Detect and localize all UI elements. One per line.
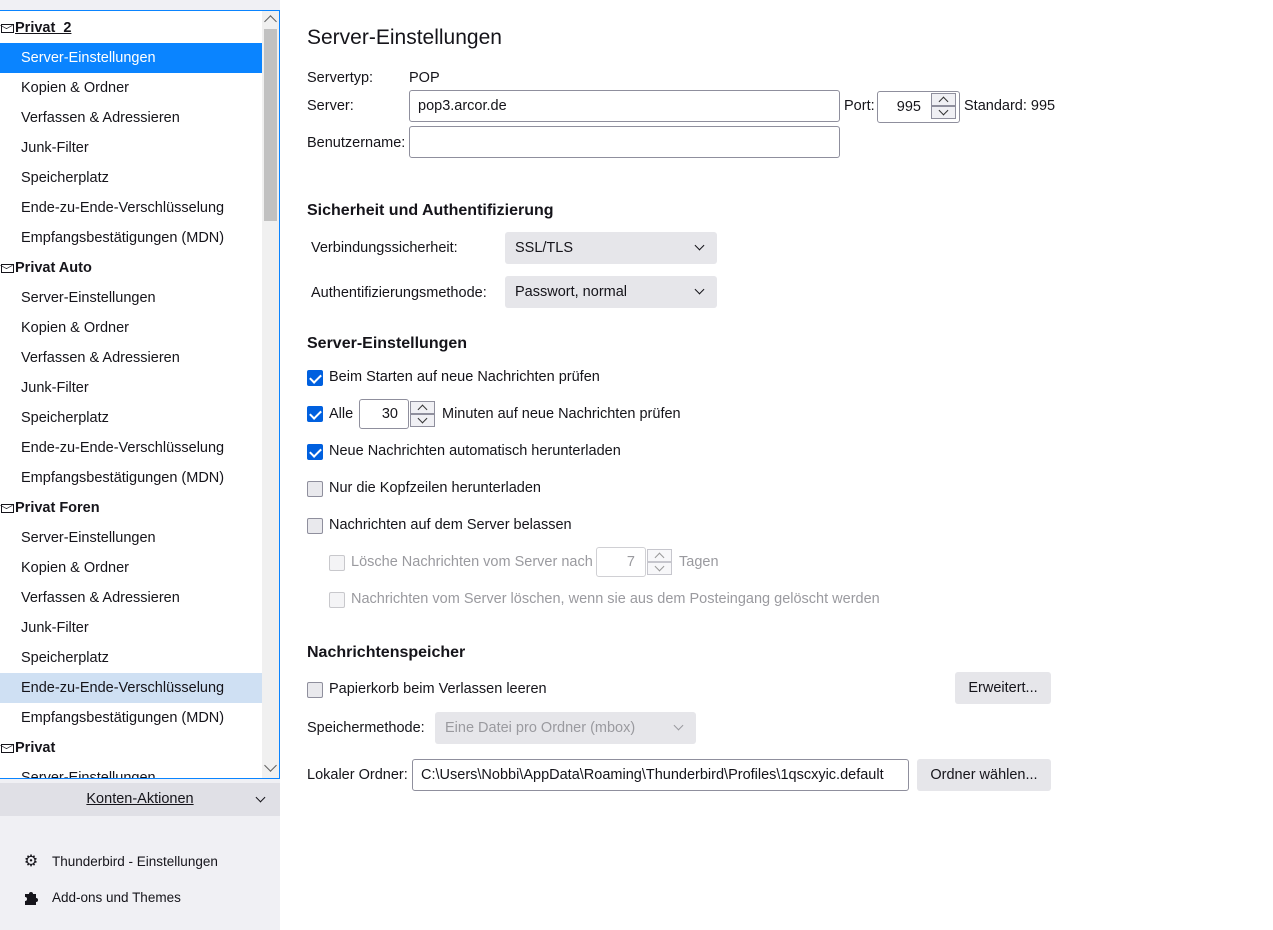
increment-icon[interactable] [931,93,956,106]
account-privat-2[interactable]: Privat_2 [0,13,262,43]
puzzle-icon [22,889,40,907]
auto-download-checkbox[interactable] [307,444,323,460]
privatforen-copies-folders[interactable]: Kopien & Ordner [0,553,262,583]
check-interval-input[interactable]: 30 [359,399,409,429]
privat2-copies-folders[interactable]: Kopien & Ordner [0,73,262,103]
server-input[interactable]: pop3.arcor.de [409,90,840,122]
auth-method-label: Authentifizierungsmethode: [311,285,487,301]
privat2-composition[interactable]: Verfassen & Adressieren [0,103,262,133]
privatforen-server-settings[interactable]: Server-Einstellungen [0,523,262,553]
server-type-value: POP [409,70,440,86]
auto-download-label: Neue Nachrichten automatisch herunterlad… [329,443,621,459]
server-type-label: Servertyp: [307,70,374,86]
decrement-icon[interactable] [647,562,672,575]
server-label: Server: [307,98,354,114]
decrement-icon[interactable] [410,414,435,427]
scroll-up-icon[interactable] [264,15,277,28]
auth-method-select[interactable]: Passwort, normal [505,276,717,308]
scroll-down-icon[interactable] [264,759,277,772]
scrollbar-thumb[interactable] [264,29,277,221]
gear-icon: ⚙ [23,853,39,870]
account-actions-button[interactable]: Konten-Aktionen [0,783,280,816]
check-every-checkbox[interactable] [307,406,323,422]
privatauto-e2e[interactable]: Ende-zu-Ende-Verschlüsselung [0,433,262,463]
decrement-icon[interactable] [931,106,956,119]
security-heading: Sicherheit und Authentifizierung [307,202,554,219]
increment-icon[interactable] [410,401,435,414]
page-title: Server-Einstellungen [307,26,502,49]
check-every-suffix: Minuten auf neue Nachrichten prüfen [442,406,681,422]
storage-heading: Nachrichtenspeicher [307,644,466,661]
privatforen-mdn[interactable]: Empfangsbestätigungen (MDN) [0,703,262,733]
account-privat-foren[interactable]: Privat Foren [0,493,262,523]
advanced-button[interactable]: Erweitert... [955,672,1051,704]
chevron-down-icon [673,720,684,731]
leave-on-server-label: Nachrichten auf dem Server belassen [329,517,572,533]
account-tree: Privat_2 Server-Einstellungen Kopien & O… [0,10,280,779]
privatauto-composition[interactable]: Verfassen & Adressieren [0,343,262,373]
account-privat-auto[interactable]: Privat Auto [0,253,262,283]
chevron-down-icon [694,240,705,251]
privat2-junk[interactable]: Junk-Filter [0,133,262,163]
privatforen-e2e[interactable]: Ende-zu-Ende-Verschlüsselung [0,673,262,703]
sidebar-scrollbar[interactable] [262,11,279,778]
privat2-server-settings[interactable]: Server-Einstellungen [0,43,262,73]
storage-method-label: Speichermethode: [307,720,425,736]
chevron-down-icon [255,792,266,803]
privatforen-junk[interactable]: Junk-Filter [0,613,262,643]
privatforen-composition[interactable]: Verfassen & Adressieren [0,583,262,613]
envelope-icon [1,24,14,33]
envelope-icon [1,744,14,753]
privat2-e2e[interactable]: Ende-zu-Ende-Verschlüsselung [0,193,262,223]
delete-after-prefix: Lösche Nachrichten vom Server nach [351,554,593,570]
storage-method-select[interactable]: Eine Datei pro Ordner (mbox) [435,712,696,744]
server-settings-heading: Server-Einstellungen [307,335,468,352]
chevron-down-icon [694,284,705,295]
account-privat[interactable]: Privat [0,733,262,763]
headers-only-label: Nur die Kopfzeilen herunterladen [329,480,541,496]
port-stepper[interactable] [931,92,956,120]
port-default-text: Standard: 995 [964,98,1056,114]
headers-only-checkbox[interactable] [307,481,323,497]
privatauto-disk-space[interactable]: Speicherplatz [0,403,262,433]
privatauto-mdn[interactable]: Empfangsbestätigungen (MDN) [0,463,262,493]
privat2-disk-space[interactable]: Speicherplatz [0,163,262,193]
privatauto-junk[interactable]: Junk-Filter [0,373,262,403]
check-on-start-label: Beim Starten auf neue Nachrichten prüfen [329,369,600,385]
check-interval-stepper[interactable] [410,400,435,428]
check-every-prefix: Alle [329,406,354,422]
username-label: Benutzername: [307,135,406,151]
privatauto-server-settings[interactable]: Server-Einstellungen [0,283,262,313]
privat-server-settings[interactable]: Server-Einstellungen [0,763,262,778]
delete-after-input[interactable]: 7 [596,547,646,577]
empty-trash-label: Papierkorb beim Verlassen leeren [329,681,547,697]
delete-after-stepper[interactable] [647,548,672,576]
username-input[interactable] [409,126,840,158]
check-on-start-checkbox[interactable] [307,370,323,386]
connection-security-label: Verbindungssicherheit: [311,240,458,256]
local-folder-input[interactable]: C:\Users\Nobbi\AppData\Roaming\Thunderbi… [412,759,909,791]
privatforen-disk-space[interactable]: Speicherplatz [0,643,262,673]
envelope-icon [1,504,14,513]
delete-when-deleted-label: Nachrichten vom Server löschen, wenn sie… [351,591,880,607]
choose-folder-button[interactable]: Ordner wählen... [917,759,1051,791]
port-label: Port: [844,98,875,114]
leave-on-server-checkbox[interactable] [307,518,323,534]
account-sidebar: Privat_2 Server-Einstellungen Kopien & O… [0,0,280,930]
empty-trash-checkbox[interactable] [307,682,323,698]
connection-security-select[interactable]: SSL/TLS [505,232,717,264]
delete-after-suffix: Tagen [679,554,719,570]
server-settings-pane: Server-Einstellungen Servertyp: POP Serv… [280,0,1273,930]
increment-icon[interactable] [647,549,672,562]
privat2-mdn[interactable]: Empfangsbestätigungen (MDN) [0,223,262,253]
delete-after-checkbox[interactable] [329,555,345,571]
envelope-icon [1,264,14,273]
delete-when-deleted-checkbox[interactable] [329,592,345,608]
privatauto-copies-folders[interactable]: Kopien & Ordner [0,313,262,343]
local-folder-label: Lokaler Ordner: [307,767,408,783]
